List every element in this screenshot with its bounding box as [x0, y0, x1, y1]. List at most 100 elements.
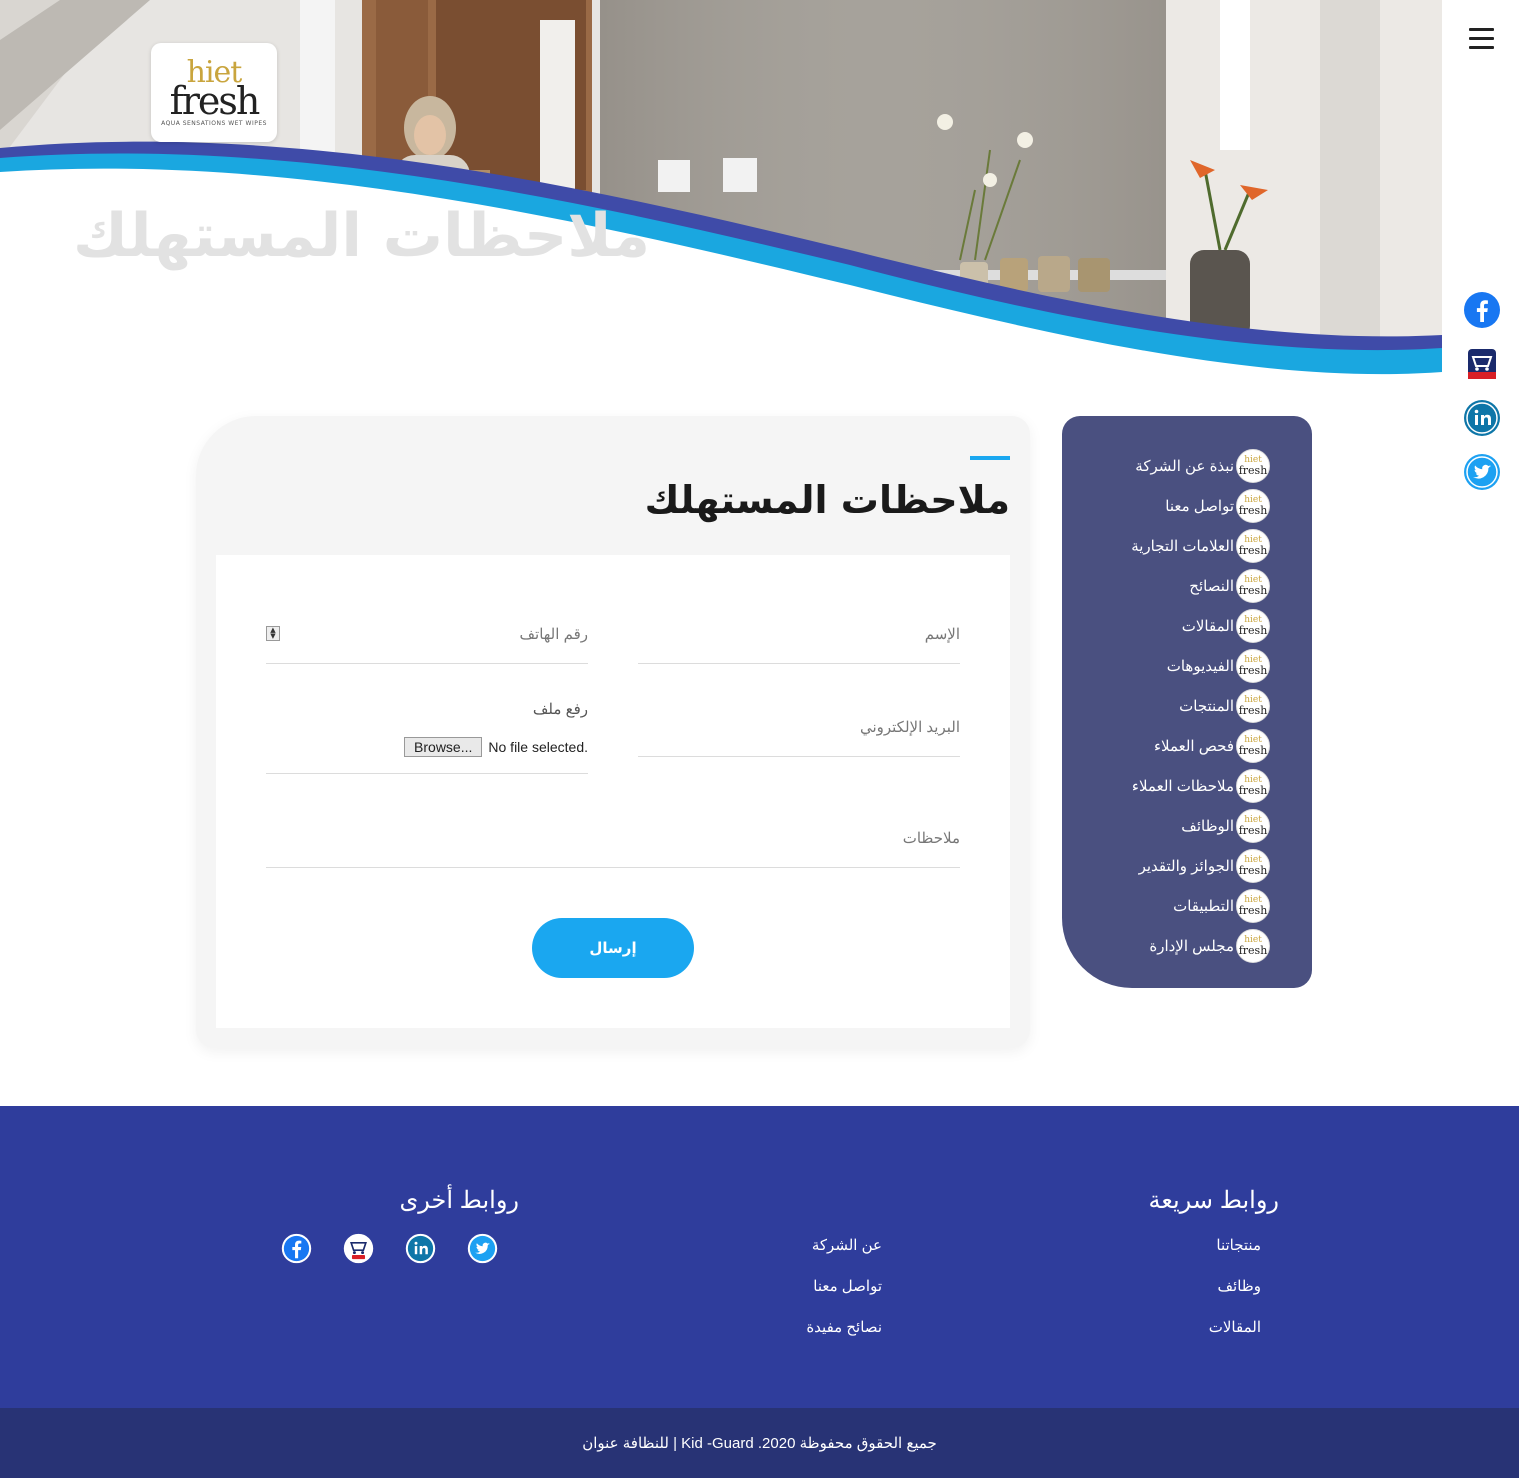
- sidebar-logo-icon: hiet fresh: [1236, 609, 1270, 643]
- sidebar-item-label: ملاحظات العملاء: [1131, 778, 1234, 795]
- sidebar-logo-icon: hiet fresh: [1236, 649, 1270, 683]
- side-social-bar: [1461, 291, 1501, 507]
- sidebar-logo-icon: hiet fresh: [1236, 849, 1270, 883]
- sidebar-item[interactable]: hiet fresh نبذة عن الشركة: [1070, 446, 1270, 486]
- phone-field[interactable]: رقم الهاتف ▲ ▼: [266, 600, 588, 664]
- hero-title: ملاحظات المستهلك: [73, 201, 650, 271]
- sidebar-logo-icon: hiet fresh: [1236, 689, 1270, 723]
- phone-placeholder: رقم الهاتف: [519, 626, 589, 643]
- mini-logo-fresh: fresh: [1238, 464, 1268, 477]
- mini-logo-fresh: fresh: [1238, 584, 1268, 597]
- sidebar-item[interactable]: hiet fresh النصائح: [1070, 566, 1270, 606]
- sidebar-item-label: العلامات التجارية: [1131, 538, 1234, 555]
- sidebar-item[interactable]: hiet fresh الجوائز والتقدير: [1070, 846, 1270, 886]
- file-upload-field: رفع ملف Browse... No file selected.: [266, 690, 588, 774]
- quick-links-col1: منتجاتنا وظائف المقالات: [1209, 1236, 1261, 1359]
- sidebar-item-label: الوظائف: [1181, 818, 1234, 835]
- mini-logo-fresh: fresh: [1238, 624, 1268, 637]
- name-placeholder: الإسم: [924, 626, 960, 643]
- footer-link-tips[interactable]: نصائح مفيدة: [806, 1318, 882, 1359]
- sidebar-logo-icon: hiet fresh: [1236, 809, 1270, 843]
- sidebar-logo-icon: hiet fresh: [1236, 569, 1270, 603]
- thelist-icon[interactable]: [1463, 345, 1501, 383]
- facebook-icon[interactable]: [1463, 291, 1501, 329]
- heading-accent-bar: [970, 456, 1010, 460]
- mini-logo-fresh: fresh: [1238, 944, 1268, 957]
- email-field[interactable]: البريد الإلكتروني: [638, 690, 960, 757]
- email-placeholder: البريد الإلكتروني: [859, 719, 960, 736]
- notes-field[interactable]: ملاحظات: [266, 800, 960, 868]
- sidebar-item-label: نبذة عن الشركة: [1135, 458, 1234, 475]
- sidebar-item-label: المنتجات: [1179, 698, 1234, 715]
- sidebar-item[interactable]: hiet fresh المقالات: [1070, 606, 1270, 646]
- mini-logo-fresh: fresh: [1238, 904, 1268, 917]
- sidebar-item[interactable]: hiet fresh الوظائف: [1070, 806, 1270, 846]
- mini-logo-fresh: fresh: [1238, 544, 1268, 557]
- twitter-icon[interactable]: [1463, 453, 1501, 491]
- sidebar-logo-icon: hiet fresh: [1236, 889, 1270, 923]
- notes-placeholder: ملاحظات: [902, 830, 960, 847]
- hamburger-icon[interactable]: [1466, 28, 1494, 52]
- sidebar-item[interactable]: hiet fresh الفيديوهات: [1070, 646, 1270, 686]
- mini-logo-fresh: fresh: [1238, 824, 1268, 837]
- sidebar-list: hiet fresh نبذة عن الشركة hiet fresh تواصل مع…: [1070, 446, 1270, 966]
- footer-link-about[interactable]: عن الشركة: [806, 1236, 882, 1277]
- linkedin-icon[interactable]: [405, 1233, 436, 1264]
- sidebar-logo-icon: hiet fresh: [1236, 529, 1270, 563]
- hero-banner: ملاحظات المستهلك hiet fresh AQUA SENSATI…: [0, 0, 1442, 390]
- number-spinner[interactable]: ▲ ▼: [266, 626, 280, 641]
- sidebar-logo-icon: hiet fresh: [1236, 729, 1270, 763]
- mini-logo-fresh: fresh: [1238, 504, 1268, 517]
- sidebar-item[interactable]: hiet fresh فحص العملاء: [1070, 726, 1270, 766]
- sidebar-item-label: مجلس الإدارة: [1149, 938, 1234, 955]
- footer-link-jobs[interactable]: وظائف: [1209, 1277, 1261, 1318]
- submit-button[interactable]: إرسال: [532, 918, 694, 978]
- footer: روابط سريعة روابط أخرى منتجاتنا وظائف ال…: [0, 1106, 1519, 1408]
- sidebar-item[interactable]: hiet fresh ملاحظات العملاء: [1070, 766, 1270, 806]
- quick-links-col2: عن الشركة تواصل معنا نصائح مفيدة: [806, 1236, 882, 1359]
- sidebar-item[interactable]: hiet fresh العلامات التجارية: [1070, 526, 1270, 566]
- file-input: Browse... No file selected.: [404, 737, 588, 757]
- file-upload-label: رفع ملف: [532, 701, 588, 718]
- thelist-icon[interactable]: [343, 1233, 374, 1264]
- twitter-icon[interactable]: [467, 1233, 498, 1264]
- logo-tagline: AQUA SENSATIONS WET WIPES: [161, 120, 267, 127]
- sidebar-item-label: النصائح: [1189, 578, 1234, 595]
- footer-link-contact[interactable]: تواصل معنا: [806, 1277, 882, 1318]
- sidebar-item-label: التطبيقات: [1173, 898, 1234, 915]
- logo-text-fresh: fresh: [169, 79, 261, 123]
- name-field[interactable]: الإسم: [638, 600, 960, 664]
- sidebar-logo-icon: hiet fresh: [1236, 449, 1270, 483]
- sidebar-item[interactable]: hiet fresh التطبيقات: [1070, 886, 1270, 926]
- sidebar-logo-icon: hiet fresh: [1236, 489, 1270, 523]
- mini-logo-fresh: fresh: [1238, 704, 1268, 717]
- sidebar-logo-icon: hiet fresh: [1236, 929, 1270, 963]
- sidebar-item-label: الجوائز والتقدير: [1138, 858, 1234, 875]
- sidebar-item-label: فحص العملاء: [1153, 738, 1234, 755]
- mini-logo-fresh: fresh: [1238, 784, 1268, 797]
- sidebar-item[interactable]: hiet fresh المنتجات: [1070, 686, 1270, 726]
- sidebar-item-label: الفيديوهات: [1166, 658, 1234, 675]
- quick-links-title: روابط سريعة: [1148, 1187, 1279, 1214]
- form-heading: ملاحظات المستهلك: [644, 478, 1010, 522]
- sidebar: hiet fresh نبذة عن الشركة hiet fresh تواصل مع…: [1062, 416, 1312, 988]
- sidebar-item-label: تواصل معنا: [1165, 498, 1234, 515]
- footer-link-articles[interactable]: المقالات: [1209, 1318, 1261, 1359]
- site-logo[interactable]: hiet fresh AQUA SENSATIONS WET WIPES: [151, 43, 277, 142]
- mini-logo-fresh: fresh: [1238, 664, 1268, 677]
- file-status: No file selected.: [488, 739, 588, 755]
- copyright-bar: جميع الحقوق محفوظة 2020. Kid -Guard | لل…: [0, 1408, 1519, 1478]
- mini-logo-fresh: fresh: [1238, 864, 1268, 877]
- sidebar-item[interactable]: hiet fresh تواصل معنا: [1070, 486, 1270, 526]
- linkedin-icon[interactable]: [1463, 399, 1501, 437]
- other-links-title: روابط أخرى: [399, 1187, 519, 1214]
- facebook-icon[interactable]: [281, 1233, 312, 1264]
- footer-social: [281, 1233, 499, 1264]
- sidebar-logo-icon: hiet fresh: [1236, 769, 1270, 803]
- browse-button[interactable]: Browse...: [404, 737, 483, 757]
- copyright-text: جميع الحقوق محفوظة 2020. Kid -Guard | لل…: [582, 1435, 937, 1452]
- sidebar-item-label: المقالات: [1181, 618, 1234, 635]
- footer-link-products[interactable]: منتجاتنا: [1209, 1236, 1261, 1277]
- sidebar-item[interactable]: hiet fresh مجلس الإدارة: [1070, 926, 1270, 966]
- mini-logo-fresh: fresh: [1238, 744, 1268, 757]
